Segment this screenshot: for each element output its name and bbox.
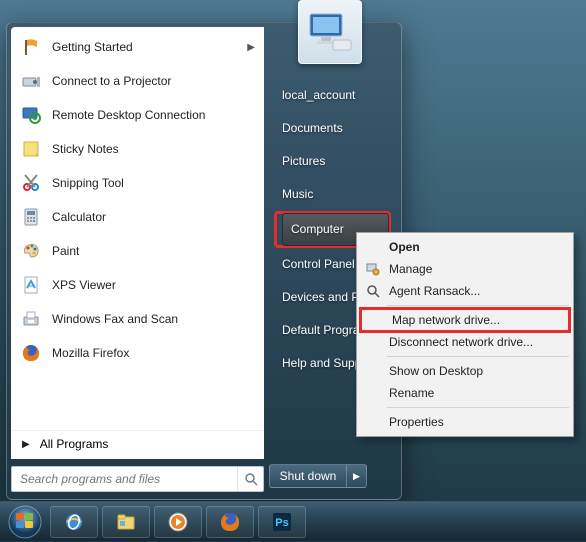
program-label: Calculator [52, 210, 255, 224]
chevron-right-icon: ▶ [247, 42, 255, 53]
firefox-icon [219, 511, 241, 533]
program-label: Paint [52, 244, 255, 258]
flag-icon [20, 36, 42, 58]
program-remote-desktop[interactable]: Remote Desktop Connection [14, 98, 261, 132]
chevron-right-icon: ▶ [353, 471, 360, 482]
ctx-manage[interactable]: Manage [359, 258, 571, 280]
right-item-user[interactable]: local_account [274, 79, 391, 112]
shutdown-button[interactable]: Shut down [269, 464, 347, 488]
search-icon [237, 467, 263, 491]
taskbar-photoshop[interactable]: Ps [258, 506, 306, 538]
start-button[interactable] [4, 502, 46, 542]
start-menu-left-panel: Getting Started ▶ Connect to a Projector… [11, 27, 264, 459]
ie-icon [63, 511, 85, 533]
program-connect-projector[interactable]: Connect to a Projector [14, 64, 261, 98]
ctx-separator [387, 407, 569, 408]
svg-text:Ps: Ps [275, 517, 288, 529]
ctx-show-on-desktop[interactable]: Show on Desktop [359, 360, 571, 382]
program-xps-viewer[interactable]: XPS Viewer [14, 268, 261, 302]
taskbar-media-player[interactable] [154, 506, 202, 538]
taskbar-explorer[interactable] [102, 506, 150, 538]
program-label: Mozilla Firefox [52, 346, 255, 360]
program-label: Getting Started [52, 40, 237, 54]
program-label: Connect to a Projector [52, 74, 255, 88]
xps-icon [20, 274, 42, 296]
all-programs[interactable]: ▶ All Programs [12, 430, 263, 457]
all-programs-label: All Programs [40, 437, 109, 451]
photoshop-icon: Ps [271, 511, 293, 533]
program-paint[interactable]: Paint [14, 234, 261, 268]
search-box[interactable] [11, 466, 264, 492]
right-item-documents[interactable]: Documents [274, 112, 391, 145]
projector-icon [20, 70, 42, 92]
ctx-map-network-drive[interactable]: Map network drive... [359, 307, 571, 333]
wmp-icon [167, 511, 189, 533]
ransack-icon [365, 283, 381, 299]
program-label: Snipping Tool [52, 176, 255, 190]
paint-icon [20, 240, 42, 262]
shutdown-options-button[interactable]: ▶ [347, 464, 367, 488]
ctx-agent-ransack[interactable]: Agent Ransack... [359, 280, 571, 302]
ctx-open[interactable]: Open [359, 236, 571, 258]
program-getting-started[interactable]: Getting Started ▶ [14, 30, 261, 64]
program-label: XPS Viewer [52, 278, 255, 292]
manage-icon [365, 261, 381, 277]
program-label: Remote Desktop Connection [52, 108, 255, 122]
start-menu: Getting Started ▶ Connect to a Projector… [6, 22, 402, 500]
ctx-properties[interactable]: Properties [359, 411, 571, 433]
taskbar: Ps [0, 501, 586, 541]
firefox-icon [20, 342, 42, 364]
shutdown-row: Shut down ▶ [269, 464, 393, 488]
ctx-separator [387, 305, 569, 306]
right-item-pictures[interactable]: Pictures [274, 145, 391, 178]
windows-orb-icon [8, 505, 42, 539]
program-label: Sticky Notes [52, 142, 255, 156]
ctx-rename[interactable]: Rename [359, 382, 571, 404]
rdp-icon [20, 104, 42, 126]
user-picture-frame [298, 0, 362, 64]
fax-icon [20, 308, 42, 330]
taskbar-ie[interactable] [50, 506, 98, 538]
program-label: Windows Fax and Scan [52, 312, 255, 326]
program-sticky-notes[interactable]: Sticky Notes [14, 132, 261, 166]
computer-context-menu: Open Manage Agent Ransack... Map network… [356, 232, 574, 437]
program-fax-scan[interactable]: Windows Fax and Scan [14, 302, 261, 336]
program-snipping-tool[interactable]: Snipping Tool [14, 166, 261, 200]
recent-programs-list: Getting Started ▶ Connect to a Projector… [12, 28, 263, 430]
ctx-separator [387, 356, 569, 357]
program-calculator[interactable]: Calculator [14, 200, 261, 234]
right-item-music[interactable]: Music [274, 178, 391, 211]
sticky-icon [20, 138, 42, 160]
scissors-icon [20, 172, 42, 194]
ctx-disconnect-network-drive[interactable]: Disconnect network drive... [359, 331, 571, 353]
calc-icon [20, 206, 42, 228]
chevron-right-icon: ▶ [22, 439, 30, 450]
explorer-icon [115, 511, 137, 533]
taskbar-firefox[interactable] [206, 506, 254, 538]
search-input[interactable] [12, 472, 237, 486]
program-firefox[interactable]: Mozilla Firefox [14, 336, 261, 370]
monitor-icon [307, 10, 353, 54]
